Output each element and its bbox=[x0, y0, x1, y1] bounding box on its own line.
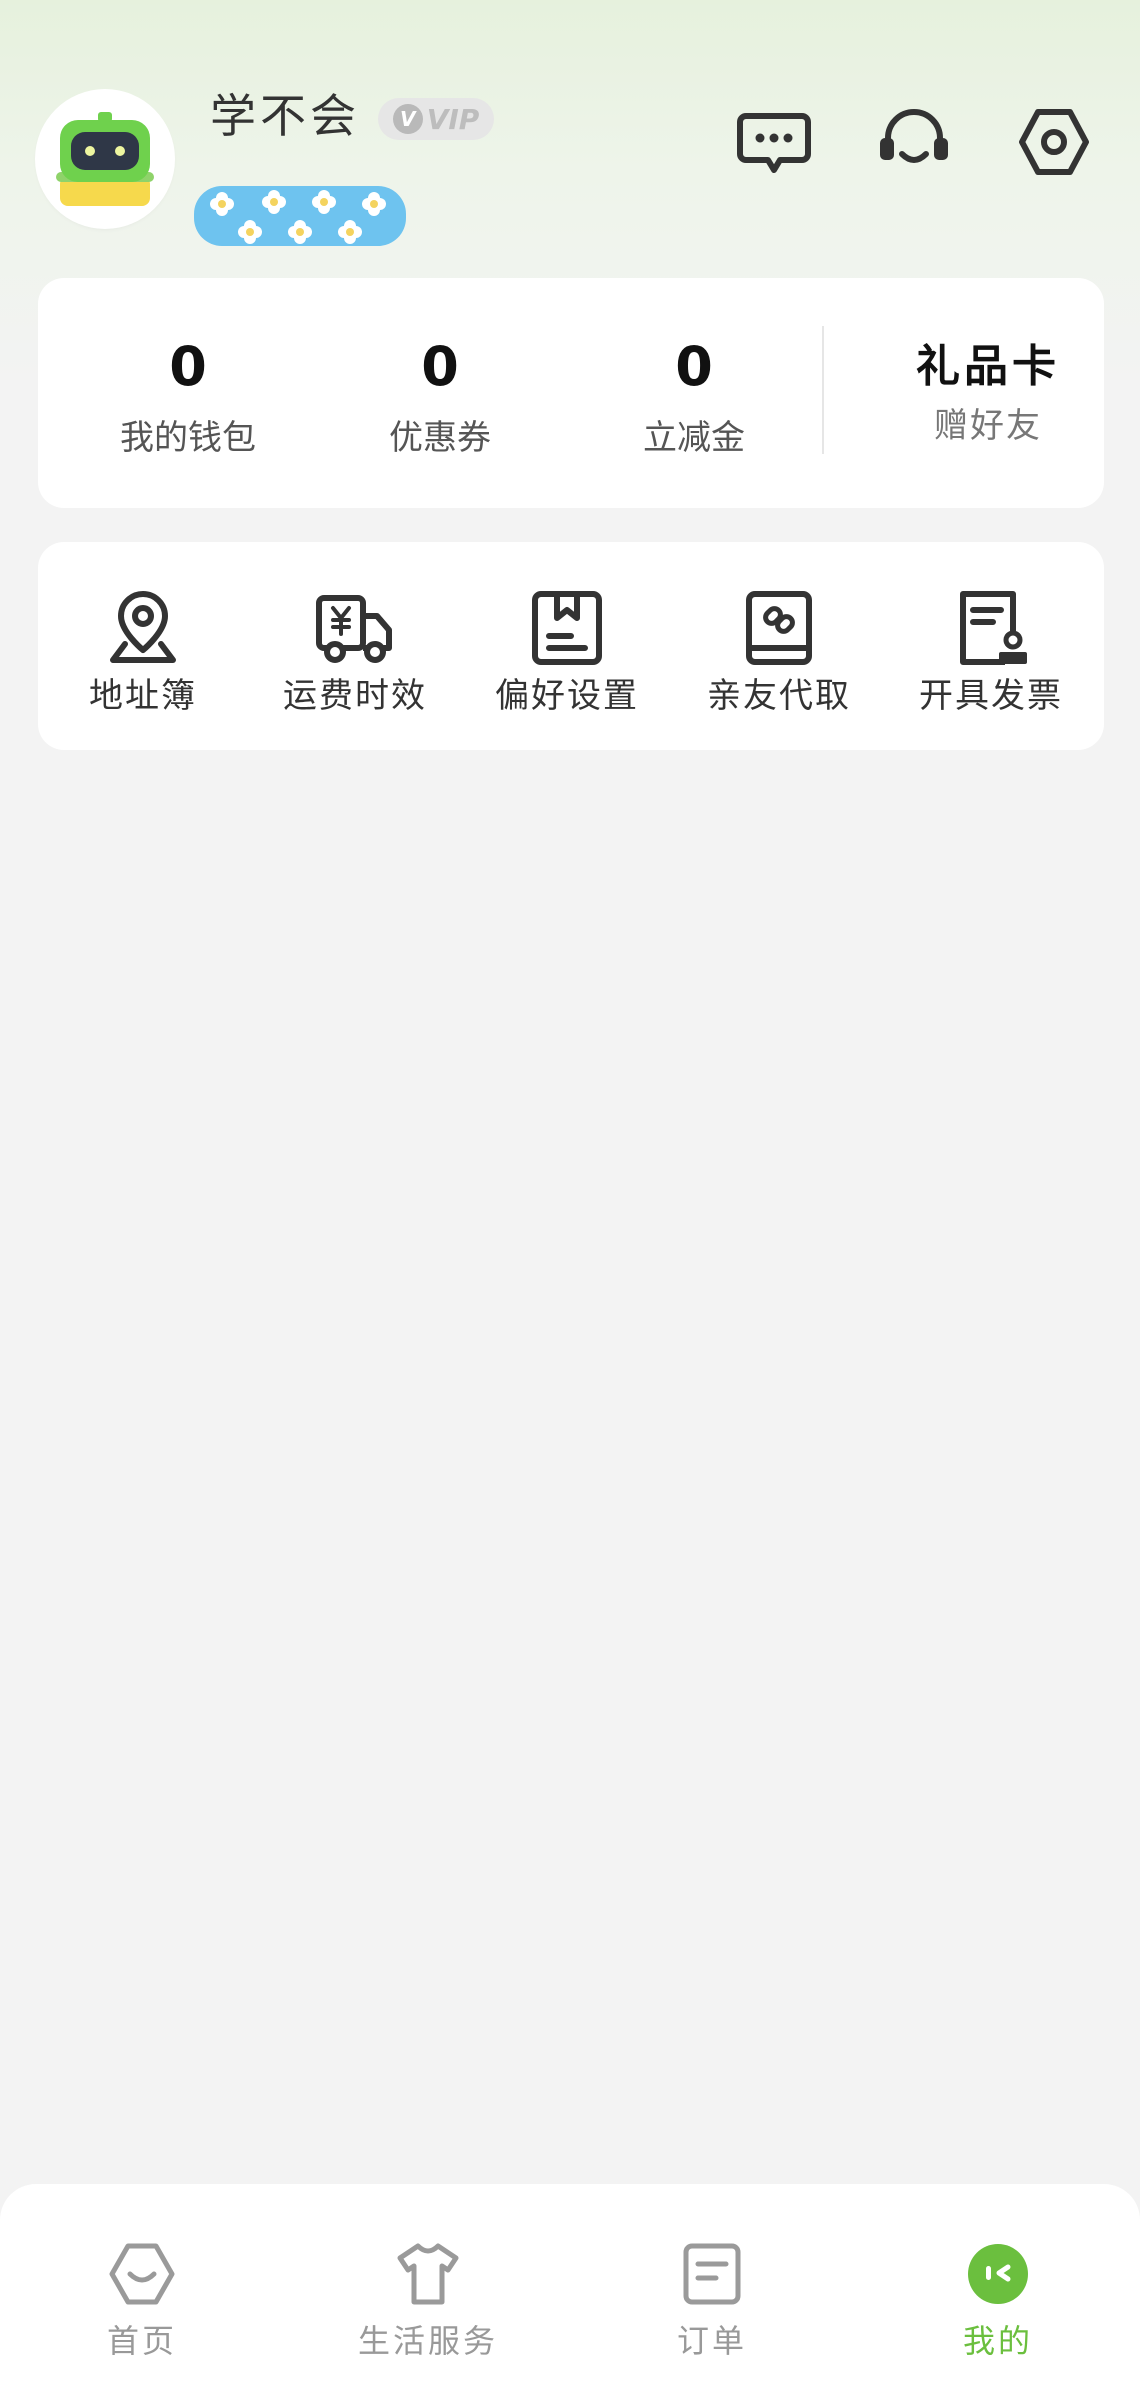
customer-service-button[interactable] bbox=[876, 104, 952, 180]
discount-stat[interactable]: 0 立减金 bbox=[594, 340, 794, 459]
settings-button[interactable] bbox=[1016, 104, 1092, 180]
invoice-icon bbox=[951, 588, 1031, 668]
tool-shipping-time[interactable]: 运费时效 bbox=[250, 588, 460, 717]
nav-label: 我的 bbox=[962, 2322, 1033, 2360]
tool-invoice[interactable]: 开具发票 bbox=[886, 588, 1096, 717]
bottom-nav: 首页 生活服务 订单 我的 bbox=[0, 2184, 1140, 2400]
message-icon bbox=[737, 113, 811, 173]
gift-card-subtitle: 赠好友 bbox=[934, 406, 1042, 446]
robot-avatar-icon bbox=[38, 92, 172, 226]
username[interactable]: 学不会 bbox=[210, 80, 360, 146]
tool-label: 地址簿 bbox=[89, 676, 197, 716]
coupon-stat[interactable]: 0 优惠券 bbox=[340, 340, 540, 459]
order-icon bbox=[678, 2240, 746, 2308]
nav-label: 首页 bbox=[106, 2322, 177, 2360]
location-pin-icon bbox=[103, 588, 183, 668]
avatar[interactable] bbox=[38, 92, 172, 226]
vip-label: VIP bbox=[426, 102, 480, 136]
headset-icon bbox=[880, 109, 948, 163]
nav-home[interactable]: 首页 bbox=[42, 2240, 242, 2362]
discount-label: 立减金 bbox=[643, 418, 745, 458]
tool-label: 亲友代取 bbox=[707, 676, 851, 716]
tool-preferences[interactable]: 偏好设置 bbox=[462, 588, 672, 717]
box-icon bbox=[527, 588, 607, 668]
tools-card: 地址簿 运费时效 偏好设置 亲友代取 开具发票 bbox=[38, 542, 1104, 750]
delivery-truck-icon bbox=[315, 588, 395, 668]
message-button[interactable] bbox=[736, 104, 812, 180]
coupon-label: 优惠券 bbox=[389, 418, 491, 458]
settings-icon bbox=[1019, 109, 1089, 175]
nav-label: 订单 bbox=[676, 2322, 747, 2360]
gift-card-entry[interactable]: 礼品卡 赠好友 bbox=[838, 330, 1138, 447]
gift-card-title: 礼品卡 bbox=[916, 341, 1060, 392]
discount-value: 0 bbox=[675, 335, 713, 398]
vip-icon: V bbox=[392, 104, 423, 134]
wallet-label: 我的钱包 bbox=[120, 418, 256, 458]
tool-address-book[interactable]: 地址簿 bbox=[38, 588, 248, 717]
stats-divider bbox=[822, 326, 824, 454]
wallet-stat[interactable]: 0 我的钱包 bbox=[88, 340, 288, 459]
vip-badge[interactable]: V VIP bbox=[378, 98, 494, 140]
nav-life-services[interactable]: 生活服务 bbox=[328, 2240, 528, 2362]
link-book-icon bbox=[739, 588, 819, 668]
coupon-value: 0 bbox=[421, 335, 459, 398]
tool-label: 运费时效 bbox=[283, 676, 427, 716]
flower-pattern-icon bbox=[210, 190, 386, 244]
tool-proxy-pickup[interactable]: 亲友代取 bbox=[674, 588, 884, 717]
shirt-icon bbox=[394, 2240, 462, 2308]
wallet-value: 0 bbox=[169, 335, 207, 398]
tool-label: 偏好设置 bbox=[495, 676, 639, 716]
assets-card: 0 我的钱包 0 优惠券 0 立减金 礼品卡 赠好友 bbox=[38, 278, 1104, 508]
nav-orders[interactable]: 订单 bbox=[612, 2240, 812, 2362]
tool-label: 开具发票 bbox=[919, 676, 1063, 716]
nav-mine[interactable]: 我的 bbox=[898, 2240, 1098, 2362]
profile-icon bbox=[964, 2240, 1032, 2308]
home-icon bbox=[108, 2240, 176, 2308]
flower-badge bbox=[194, 186, 406, 246]
nav-label: 生活服务 bbox=[357, 2322, 498, 2360]
